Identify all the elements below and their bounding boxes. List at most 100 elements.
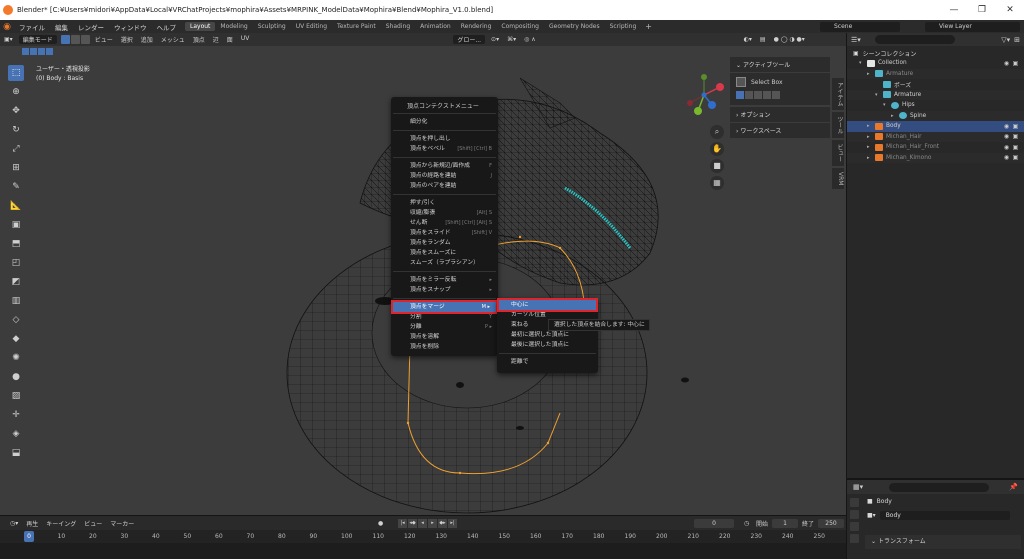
transform-orientation[interactable]: グロー...	[453, 35, 486, 44]
outliner-type-icon[interactable]: ☰▾	[851, 36, 861, 44]
knife-tool-icon[interactable]: ◇	[8, 312, 24, 328]
camera-render-icon[interactable]: ▣	[1011, 154, 1020, 161]
close-button[interactable]: ✕	[996, 5, 1024, 15]
merge-option[interactable]: 中心に	[497, 298, 598, 312]
rotate-tool-icon[interactable]: ↻	[8, 122, 24, 138]
select-box-row[interactable]: Select Box	[736, 77, 824, 87]
render-tab-icon[interactable]	[850, 510, 859, 519]
outliner-row[interactable]: ▾ Collection ◉ ▣	[847, 58, 1024, 69]
filter-icon[interactable]: ▽▾	[1001, 36, 1010, 44]
grid-icon[interactable]: ▦	[710, 176, 724, 190]
viewport-menu-item[interactable]: メッシュ	[157, 35, 189, 44]
context-menu-item[interactable]: 頂点を押し出し	[391, 134, 498, 144]
annotate-tool-icon[interactable]: ✎	[8, 179, 24, 195]
pan-hand-icon[interactable]: ✋	[710, 142, 724, 156]
edge-slide-tool-icon[interactable]: ▨	[8, 388, 24, 404]
mode-extend-icon[interactable]	[745, 91, 753, 99]
eye-icon[interactable]: ◉	[1002, 144, 1011, 151]
expand-arrow-icon[interactable]: ▾	[875, 92, 883, 98]
outliner-row[interactable]: ポーズ	[847, 79, 1024, 90]
sidebar-tab[interactable]: VRM	[832, 168, 844, 190]
workspace-tab[interactable]: Animation	[415, 22, 456, 31]
workspace-tab[interactable]: Compositing	[496, 22, 544, 31]
timeline-menu-item[interactable]: ビュー	[80, 519, 106, 528]
merge-option[interactable]: 最初に選択した頂点に	[497, 330, 598, 340]
menu-item[interactable]: ファイル	[14, 22, 50, 32]
expand-arrow-icon[interactable]: ▸	[867, 155, 875, 161]
output-tab-icon[interactable]	[850, 522, 859, 531]
outliner-row[interactable]: ▸ Michan_Hair_Front ◉ ▣	[847, 142, 1024, 153]
context-menu-item[interactable]: 分離 P ▸	[391, 322, 498, 332]
transform-tool-icon[interactable]: ⊞	[8, 160, 24, 176]
expand-arrow-icon[interactable]: ▸	[891, 113, 899, 119]
workspace-tab[interactable]: Shading	[381, 22, 415, 31]
workspace-header[interactable]: › ワークスペース	[730, 123, 830, 138]
select-box-mode-icon[interactable]	[22, 47, 29, 55]
add-cube-tool-icon[interactable]: ▣	[8, 217, 24, 233]
context-menu-item[interactable]: 頂点の経路を連結 J	[391, 171, 498, 181]
current-frame-field[interactable]: 0	[694, 519, 734, 528]
context-menu-item[interactable]: 頂点をスムーズに	[391, 248, 498, 258]
scene-selector[interactable]: Scene	[820, 22, 900, 32]
expand-arrow-icon[interactable]: ▾	[883, 102, 891, 108]
workspace-tab[interactable]: Modeling	[215, 22, 252, 31]
context-menu-item[interactable]: 頂点をスナップ ▸	[391, 285, 498, 295]
options-header[interactable]: › オプション	[730, 107, 830, 122]
expand-arrow-icon[interactable]: ▸	[867, 123, 875, 129]
mode-intersect-icon[interactable]	[772, 91, 780, 99]
snap-icon[interactable]: ⌘▾	[503, 36, 520, 43]
jump-key-back-icon[interactable]: ◂◆	[408, 519, 417, 528]
outliner-row[interactable]: ▸ Body ◉ ▣	[847, 121, 1024, 132]
context-menu-item[interactable]: 頂点をランダム	[391, 238, 498, 248]
timeline-menu-item[interactable]: 再生	[22, 519, 42, 528]
maximize-button[interactable]: ❐	[968, 5, 996, 15]
mode-subtract-icon[interactable]	[754, 91, 762, 99]
poly-build-tool-icon[interactable]: ◆	[8, 331, 24, 347]
context-menu-item[interactable]: 頂点をマージ M ▸	[391, 300, 498, 314]
pin-icon[interactable]: 📌	[1009, 483, 1018, 491]
expand-arrow-icon[interactable]: ▾	[859, 60, 867, 66]
cursor-tool-icon[interactable]: ⊕	[8, 84, 24, 100]
bevel-tool-icon[interactable]: ◩	[8, 274, 24, 290]
pivot-icon[interactable]: ⊙▾	[487, 36, 503, 43]
timeline-menu-item[interactable]: マーカー	[106, 519, 138, 528]
jump-start-icon[interactable]: |◂	[398, 519, 407, 528]
timeline-track[interactable]	[0, 543, 846, 559]
zoom-icon[interactable]: ⌕	[710, 125, 724, 139]
shear-tool-icon[interactable]: ◈	[8, 426, 24, 442]
context-menu-item[interactable]: 頂点をミラー反転 ▸	[391, 275, 498, 285]
extrude-tool-icon[interactable]: ⬒	[8, 236, 24, 252]
workspace-tab[interactable]: Geometry Nodes	[544, 22, 605, 31]
object-tab-icon[interactable]	[850, 534, 859, 543]
select-subtract-icon[interactable]	[38, 47, 45, 55]
camera-render-icon[interactable]: ▣	[1011, 123, 1020, 130]
menu-item[interactable]: ヘルプ	[152, 22, 182, 32]
scale-tool-icon[interactable]: ⤢	[8, 141, 24, 157]
expand-arrow-icon[interactable]: ▸	[867, 71, 875, 77]
transform-section[interactable]: ⌄ トランスフォーム	[865, 535, 1021, 549]
sidebar-tab[interactable]: アイテム	[832, 78, 844, 110]
object-name-field[interactable]: Body	[879, 510, 1010, 520]
camera-render-icon[interactable]: ▣	[1011, 144, 1020, 151]
context-menu-item[interactable]: せん断 [Shift] [Ctrl] [Alt] S	[391, 218, 498, 228]
object-datablock-icon[interactable]: ■▾	[867, 512, 876, 519]
menu-item[interactable]: 編集	[50, 22, 73, 32]
properties-type-icon[interactable]: ▦▾	[853, 483, 863, 491]
spin-tool-icon[interactable]: ✺	[8, 350, 24, 366]
mode-selector[interactable]: 編集モード	[18, 35, 57, 44]
navigation-gizmo[interactable]	[676, 67, 732, 123]
workspace-tab[interactable]: UV Editing	[291, 22, 332, 31]
edge-select-icon[interactable]	[70, 35, 80, 44]
measure-tool-icon[interactable]: 📐	[8, 198, 24, 214]
add-workspace-button[interactable]: +	[641, 22, 656, 31]
workspace-tab[interactable]: Rendering	[456, 22, 497, 31]
loop-cut-tool-icon[interactable]: ▥	[8, 293, 24, 309]
timeline-menu-item[interactable]: キーイング	[42, 519, 80, 528]
blender-logo-icon[interactable]: ◉	[0, 22, 14, 32]
context-menu-item[interactable]: スムーズ（ラプラシアン）	[391, 258, 498, 268]
outliner-search-input[interactable]	[874, 35, 955, 44]
outliner-row[interactable]: ▾ Hips	[847, 100, 1024, 111]
shrink-tool-icon[interactable]: ✛	[8, 407, 24, 423]
outliner-row[interactable]: ▾ Armature	[847, 89, 1024, 100]
context-menu-item[interactable]: 頂点から新規辺/面作成 F	[391, 161, 498, 171]
